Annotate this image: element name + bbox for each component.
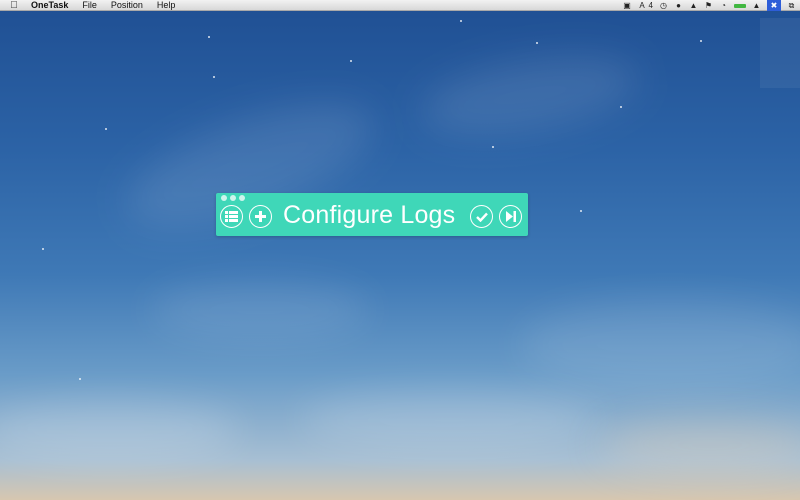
star [580, 210, 582, 212]
status-tray: ▣ A 4 ◷ ● ▲ ⚑ ◔ ▲ ✖ ⧉ [623, 0, 796, 11]
handle-dot [230, 195, 236, 201]
hat-icon[interactable]: ▲ [752, 1, 761, 10]
chat-icon[interactable]: ● [674, 1, 683, 10]
check-icon [475, 212, 488, 222]
drive-icon[interactable]: ▲ [689, 1, 698, 10]
menu-position[interactable]: Position [104, 0, 150, 11]
star [350, 60, 352, 62]
status-count: 4 [648, 1, 653, 10]
battery-icon[interactable] [734, 3, 746, 8]
star [79, 378, 81, 380]
screen-icon[interactable]: ▣ [623, 1, 632, 10]
menu-help[interactable]: Help [150, 0, 183, 11]
apple-logo-icon[interactable]:  [4, 0, 24, 11]
cloud [150, 280, 370, 340]
complete-task-button[interactable] [470, 205, 493, 228]
star [460, 20, 462, 22]
current-task-label: Configure Logs [283, 201, 456, 229]
star [208, 36, 210, 38]
timer-icon[interactable]: ◔ [719, 1, 728, 10]
handle-dot [239, 195, 245, 201]
list-icon [225, 211, 238, 222]
menu-app-name[interactable]: OneTask [24, 0, 75, 11]
window-icon[interactable]: ⧉ [787, 1, 796, 10]
plus-icon [255, 211, 266, 222]
onetask-icon[interactable]: ✖ [767, 0, 781, 11]
star [536, 42, 538, 44]
clock-icon[interactable]: ◷ [659, 1, 668, 10]
adobe-icon[interactable]: A [638, 1, 647, 10]
skip-task-button[interactable] [499, 205, 522, 228]
star [213, 76, 215, 78]
star [700, 40, 702, 42]
cloud [520, 300, 800, 390]
cloud [415, 41, 645, 149]
star [620, 106, 622, 108]
menu-bar:  OneTask File Position Help ▣ A 4 ◷ ● ▲… [0, 0, 800, 11]
add-task-button[interactable] [249, 205, 272, 228]
onetask-widget[interactable]: Configure Logs [216, 193, 528, 236]
cloud [300, 390, 600, 450]
handle-dot [221, 195, 227, 201]
skip-next-icon [505, 211, 516, 222]
star [492, 146, 494, 148]
star [42, 248, 44, 250]
star [105, 128, 107, 130]
flag-icon[interactable]: ⚑ [704, 1, 713, 10]
cloud [600, 420, 800, 470]
task-list-button[interactable] [220, 205, 243, 228]
drag-handle[interactable] [221, 195, 245, 201]
cloud [0, 400, 240, 460]
faded-window [760, 18, 800, 88]
desktop-wallpaper [0, 0, 800, 500]
menu-file[interactable]: File [75, 0, 104, 11]
